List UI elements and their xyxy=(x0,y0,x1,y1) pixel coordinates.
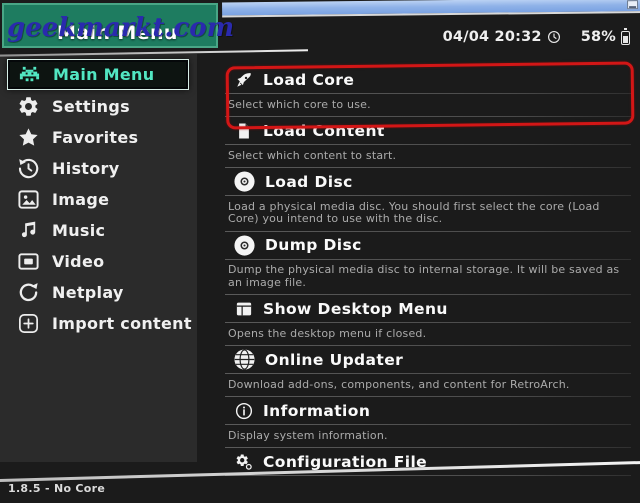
menu-entry-description: Select which core to use. xyxy=(228,97,371,111)
info-icon xyxy=(235,402,253,420)
minimize-button[interactable] xyxy=(627,0,639,10)
menu-entry-title-row[interactable]: Show Desktop Menu xyxy=(225,295,631,322)
image-icon xyxy=(17,188,40,211)
menu-entry-title-row[interactable]: Dump Disc xyxy=(225,232,631,259)
gear-icon xyxy=(17,95,40,118)
sidebar-item-label: Favorites xyxy=(52,128,139,147)
version-text: 1.8.5 - No Core xyxy=(8,482,106,495)
menu-entry-label: Show Desktop Menu xyxy=(263,299,448,318)
menu-entry-show-desktop-menu[interactable]: Show Desktop Menu Opens the desktop menu… xyxy=(225,295,631,346)
menu-entry-label: Information xyxy=(263,401,371,420)
battery-icon xyxy=(621,27,630,45)
sidebar-item-label: Settings xyxy=(52,97,130,116)
menu-entry-dump-disc[interactable]: Dump Disc Dump the physical media disc t… xyxy=(225,232,631,295)
status-bar: 04/04 20:32 58% xyxy=(442,27,630,45)
sidebar-item-main-menu[interactable]: Main Menu xyxy=(7,59,189,90)
menu-entry-information[interactable]: Information Display system information. xyxy=(225,397,631,448)
sidebar-item-label: Video xyxy=(52,252,105,271)
menu-entry-description: Select which content to start. xyxy=(228,148,397,162)
menu-entry-title-row[interactable]: Load Core xyxy=(225,66,631,93)
battery-percent-text: 58% xyxy=(580,29,616,45)
disc-icon xyxy=(233,234,256,257)
sidebar-item-video[interactable]: Video xyxy=(0,246,197,277)
disc-icon xyxy=(233,170,256,193)
menu-entry-title-row[interactable]: Load Content xyxy=(225,117,631,144)
sidebar-item-label: Image xyxy=(52,190,110,209)
menu-entry-label: Load Core xyxy=(263,70,355,89)
menu-entry-list: Load Core Select which core to use. Load… xyxy=(225,66,631,476)
invader-icon xyxy=(18,63,41,86)
sidebar-item-label: Netplay xyxy=(52,283,124,302)
menu-entry-description: Opens the desktop menu if closed. xyxy=(228,326,427,340)
desktop-window-icon xyxy=(235,300,253,318)
sidebar: Main Menu Settings Favorites History Ima… xyxy=(0,54,197,462)
sidebar-item-image[interactable]: Image xyxy=(0,184,197,215)
menu-entry-description: Load a physical media disc. You should f… xyxy=(228,199,600,225)
menu-entry-label: Dump Disc xyxy=(265,236,362,254)
os-titlebar xyxy=(222,0,640,18)
menu-entry-title-row[interactable]: Information xyxy=(225,397,631,424)
menu-entry-load-core[interactable]: Load Core Select which core to use. xyxy=(225,66,631,117)
menu-entry-label: Load Disc xyxy=(265,172,353,191)
video-icon xyxy=(17,250,40,273)
sidebar-item-import-content[interactable]: Import content xyxy=(0,308,197,339)
music-icon xyxy=(17,219,40,242)
menu-entry-online-updater[interactable]: Online Updater Download add-ons, compone… xyxy=(225,346,631,397)
sidebar-item-music[interactable]: Music xyxy=(0,215,197,246)
menu-entry-description: Display system information. xyxy=(228,428,388,442)
menu-entry-description: Download add-ons, components, and conten… xyxy=(228,377,570,391)
menu-entry-label: Online Updater xyxy=(265,350,404,369)
sidebar-item-history[interactable]: History xyxy=(0,153,197,184)
menu-entry-description: Dump the physical media disc to internal… xyxy=(228,263,620,289)
sidebar-item-label: Import content xyxy=(52,314,192,333)
sidebar-list: Main Menu Settings Favorites History Ima… xyxy=(0,54,197,339)
menu-entry-load-disc[interactable]: Load Disc Load a physical media disc. Yo… xyxy=(225,168,631,232)
plus-box-icon xyxy=(17,312,40,335)
sidebar-item-netplay[interactable]: Netplay xyxy=(0,277,197,308)
netplay-icon xyxy=(17,281,40,304)
menu-entry-title-row[interactable]: Load Disc xyxy=(225,168,631,195)
menu-entry-load-content[interactable]: Load Content Select which content to sta… xyxy=(225,117,631,168)
sidebar-item-favorites[interactable]: Favorites xyxy=(0,122,197,153)
watermark-text: geekmarkt.com xyxy=(7,13,235,43)
globe-icon xyxy=(233,348,256,371)
clock-icon xyxy=(547,30,561,44)
sidebar-item-label: History xyxy=(52,159,120,178)
sidebar-item-label: Music xyxy=(52,221,106,240)
menu-entry-title-row[interactable]: Online Updater xyxy=(225,346,631,373)
file-icon xyxy=(235,122,253,140)
separator-line xyxy=(225,475,631,476)
menu-entry-label: Load Content xyxy=(263,121,385,140)
rocket-icon xyxy=(235,71,253,89)
config-gears-icon xyxy=(235,453,253,471)
datetime-text: 04/04 20:32 xyxy=(442,29,542,45)
history-icon xyxy=(17,157,40,180)
star-icon xyxy=(17,126,40,149)
sidebar-item-settings[interactable]: Settings xyxy=(0,91,197,122)
sidebar-item-label: Main Menu xyxy=(53,65,155,84)
